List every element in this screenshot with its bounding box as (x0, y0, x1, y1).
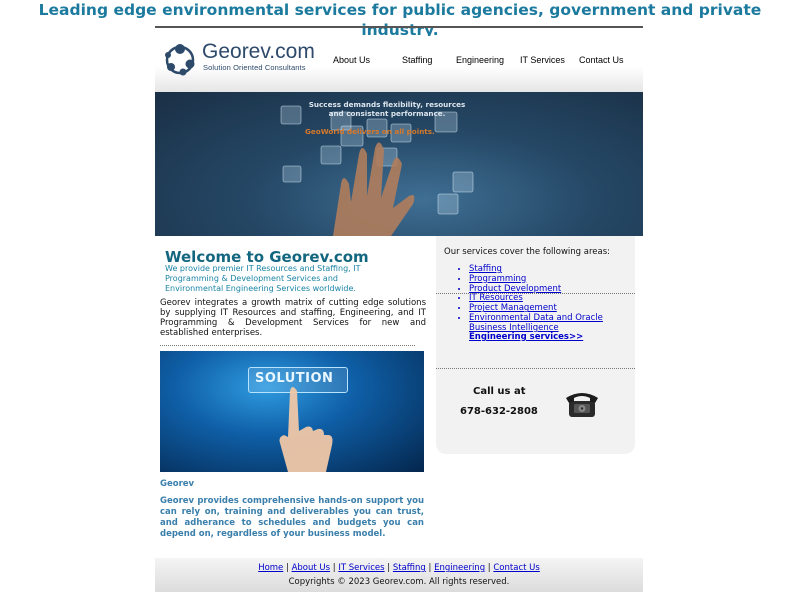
nav-staffing[interactable]: Staffing (402, 55, 432, 65)
service-link-project-management[interactable]: Project Management (469, 303, 557, 313)
site-header: Georev.com Solution Oriented Consultants… (155, 36, 643, 92)
footer-link-contact-us[interactable]: Contact Us (493, 563, 539, 573)
pointing-hand-illustration (279, 387, 333, 472)
nav-it-services[interactable]: IT Services (520, 55, 565, 65)
welcome-subtitle: We provide premier IT Resources and Staf… (165, 264, 361, 293)
footer-link-about-us[interactable]: About Us (292, 563, 330, 573)
hero-line-1: Success demands flexibility, resources (308, 100, 466, 109)
georev-label: Georev (160, 479, 195, 489)
hero-banner: Success demands flexibility, resources a… (155, 92, 643, 236)
footer-separator: | (387, 563, 391, 573)
phone-number[interactable]: 678-632-2808 (460, 406, 538, 417)
logo-subtitle: Solution Oriented Consultants (203, 63, 306, 72)
call-us-label: Call us at (473, 386, 526, 397)
service-link-it-resources[interactable]: IT Resources (469, 293, 523, 303)
solution-image: SOLUTION (160, 351, 424, 472)
list-item: Environmental Data and Oracle Business I… (469, 313, 631, 334)
footer-link-it-services[interactable]: IT Services (338, 563, 384, 573)
telephone-icon (566, 393, 598, 417)
hero-accent-text: GeoWorld delivers on all points. (305, 127, 435, 136)
nav-contact-us[interactable]: Contact Us (579, 55, 624, 65)
panel-divider-2 (436, 368, 635, 369)
footer-link-home[interactable]: Home (258, 563, 283, 573)
services-title: Our services cover the following areas: (444, 247, 610, 257)
top-divider (155, 26, 643, 28)
service-link-staffing[interactable]: Staffing (469, 264, 502, 274)
georev-description: Georev provides comprehensive hands-on s… (160, 496, 424, 539)
site-footer: Home | About Us | IT Services | Staffing… (155, 558, 643, 592)
service-link-programming[interactable]: Programming (469, 274, 526, 284)
footer-separator: | (332, 563, 336, 573)
hero-line-2: and consistent performance. (328, 109, 446, 118)
panel-divider-1 (436, 293, 635, 294)
section-divider (160, 345, 415, 346)
footer-links: Home | About Us | IT Services | Staffing… (155, 563, 643, 573)
logo-name[interactable]: Georev.com (202, 40, 315, 64)
copyright-text: Copyrights © 2023 Georev.com. All rights… (288, 577, 510, 587)
footer-link-engineering[interactable]: Engineering (434, 563, 485, 573)
georev-logo-icon (165, 44, 195, 76)
footer-separator: | (487, 563, 491, 573)
footer-separator: | (286, 563, 289, 573)
footer-link-staffing[interactable]: Staffing (393, 563, 426, 573)
nav-engineering[interactable]: Engineering (456, 55, 504, 65)
services-panel: Our services cover the following areas: … (436, 236, 635, 454)
nav-about-us[interactable]: About Us (333, 55, 370, 65)
services-list: Staffing Programming Product Development… (469, 264, 631, 334)
footer-separator: | (428, 563, 432, 573)
intro-paragraph: Georev integrates a growth matrix of cut… (160, 298, 426, 338)
engineering-services-link[interactable]: Engineering services>> (469, 332, 583, 342)
service-link-environmental-data[interactable]: Environmental Data and Oracle Business I… (469, 313, 603, 333)
site-tagline: Leading edge environmental services for … (38, 1, 762, 39)
